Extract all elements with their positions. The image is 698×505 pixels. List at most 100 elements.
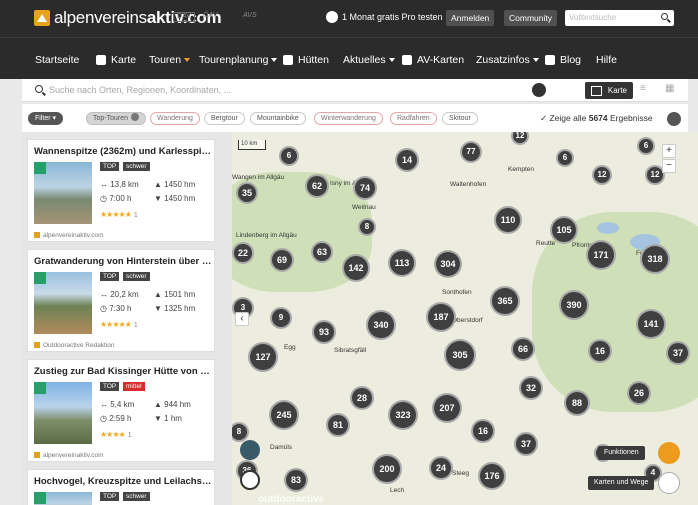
partner-logo-oeav[interactable]: ÖAV [200,12,220,22]
map-cluster[interactable]: 200 [372,454,402,484]
filter-button[interactable]: Filter ▾ [28,112,64,125]
tour-thumbnail[interactable] [34,272,92,334]
chip-mountainbike[interactable]: Mountainbike [250,112,306,125]
map-cluster[interactable]: 390 [559,290,589,320]
login-button[interactable]: Anmelden [446,10,495,26]
nav-tourenplanung[interactable]: Tourenplanung [199,54,278,66]
zoom-in-button[interactable]: + [662,144,676,158]
map-cluster[interactable]: 16 [471,419,495,443]
map-cluster[interactable]: 14 [395,148,419,172]
map-cluster[interactable]: 32 [519,376,543,400]
map-cluster[interactable]: 304 [434,250,462,278]
chip-radfahren[interactable]: Radfahren [390,112,437,125]
map-layers-button[interactable]: Karten und Wege [588,476,655,490]
chip-wanderung[interactable]: Wanderung [150,112,200,125]
collapse-list-button[interactable]: ‹ [235,312,249,326]
source-label[interactable]: alpenvereinaktiv.com [34,232,104,239]
map-cluster[interactable]: 93 [312,320,336,344]
map-cluster[interactable]: 8 [358,218,376,236]
map-cluster[interactable]: 105 [550,216,578,244]
tour-thumbnail[interactable] [34,162,92,224]
tour-title[interactable]: Wannenspitze (2362m) und Karlesspitz... [34,146,212,157]
list-view-icon[interactable]: ≡ [640,84,650,94]
map-cluster[interactable]: 62 [305,174,329,198]
map-cluster[interactable]: 8 [232,422,249,442]
map-cluster[interactable]: 16 [588,339,612,363]
map-cluster[interactable]: 127 [248,342,278,372]
map-cluster[interactable]: 66 [511,337,535,361]
tour-card[interactable]: Zustieg zur Bad Kissinger Hütte von Pfr.… [27,359,215,462]
map-cluster[interactable]: 22 [232,242,254,264]
nav-huetten[interactable]: Hütten [283,54,329,66]
nav-av-karten[interactable]: AV-Karten [402,54,464,66]
remove-filter-icon[interactable] [131,113,140,121]
show-all-results[interactable]: ✓ Zeige alle 5674 Ergebnisse [540,113,653,124]
map-cluster[interactable]: 9 [270,307,292,329]
map-cluster[interactable]: 37 [666,341,690,365]
location-search-bar[interactable]: Suche nach Orten, Regionen, Koordinaten,… [22,79,688,102]
tour-title[interactable]: Zustieg zur Bad Kissinger Hütte von Pfr.… [34,366,212,377]
map-cluster[interactable]: 187 [426,302,456,332]
source-label[interactable]: Outdooractive Redaktion [34,342,115,349]
map-cluster[interactable]: 365 [490,286,520,316]
tour-thumbnail[interactable] [34,492,92,505]
map-cluster[interactable]: 6 [556,149,574,167]
map-cluster[interactable]: 74 [353,176,377,200]
map-cluster[interactable]: 26 [627,381,651,405]
map-cluster[interactable]: 171 [586,240,616,270]
search-icon[interactable] [661,13,668,20]
map-cluster[interactable]: 63 [311,241,333,263]
tour-thumbnail[interactable] [34,382,92,444]
nav-zusatzinfos[interactable]: Zusatzinfos [476,54,539,66]
source-label[interactable]: alpenvereinaktiv.com [34,452,104,459]
locate-me-icon[interactable] [532,83,546,97]
nav-blog[interactable]: Blog [545,54,581,66]
tour-card[interactable]: Wannenspitze (2362m) und Karlesspitz... … [27,139,215,242]
locate-icon[interactable] [240,470,260,490]
nav-hilfe[interactable]: Hilfe [596,54,617,66]
zoom-out-button[interactable]: − [662,159,676,173]
map-cluster[interactable]: 176 [478,462,506,490]
location-search-input[interactable]: Suche nach Orten, Regionen, Koordinaten,… [49,85,231,95]
tour-card[interactable]: Hochvogel, Kreuzspitze und Leilachspit..… [27,469,215,505]
partner-logo-dav[interactable]: DAV [173,12,195,22]
fulltext-search-input[interactable]: Volltextsuche [565,10,674,26]
refresh-icon[interactable] [667,112,681,126]
map-cluster[interactable]: 81 [326,413,350,437]
chip-bergtour[interactable]: Bergtour [204,112,245,125]
route-planner-icon[interactable] [240,440,260,460]
map-cluster[interactable]: 6 [637,137,655,155]
map-cluster[interactable]: 113 [388,249,416,277]
map-cluster[interactable]: 12 [592,165,612,185]
map-cluster[interactable]: 35 [236,182,258,204]
map-cluster[interactable]: 12 [511,132,529,145]
map-cluster[interactable]: 28 [350,386,374,410]
nav-startseite[interactable]: Startseite [35,54,79,66]
grid-view-icon[interactable]: ▦ [665,84,675,94]
nav-aktuelles[interactable]: Aktuelles [343,54,395,66]
map-cluster[interactable]: 141 [636,309,666,339]
tour-title[interactable]: Hochvogel, Kreuzspitze und Leilachspit..… [34,476,212,487]
chip-top-touren[interactable]: Top-Touren [86,112,147,125]
map-cluster[interactable]: 6 [279,146,299,166]
map-cluster[interactable]: 77 [460,141,482,163]
map-cluster[interactable]: 83 [284,468,308,492]
map-cluster[interactable]: 24 [429,456,453,480]
view-map-button[interactable]: Karte [585,82,633,99]
partner-logo-avs[interactable]: AVS [240,12,260,22]
layers-icon[interactable] [658,472,680,494]
nav-karte[interactable]: Karte [96,54,136,66]
chip-skitour[interactable]: Skitour [442,112,478,125]
map-view[interactable]: 10 km Isny im Allgäu Wangen im Allgäu We… [232,132,698,505]
tour-card[interactable]: Gratwanderung von Hinterstein über 2 ...… [27,249,215,352]
map-cluster[interactable]: 110 [494,206,522,234]
map-cluster[interactable]: 142 [342,254,370,282]
map-cluster[interactable]: 207 [432,393,462,423]
map-cluster[interactable]: 37 [514,432,538,456]
functions-icon[interactable] [658,442,680,464]
map-cluster[interactable]: 305 [444,339,476,371]
map-cluster[interactable]: 318 [640,244,670,274]
functions-button[interactable]: Funktionen [598,446,645,460]
nav-touren[interactable]: Touren [149,54,191,66]
chip-winterwanderung[interactable]: Winterwanderung [314,112,383,125]
